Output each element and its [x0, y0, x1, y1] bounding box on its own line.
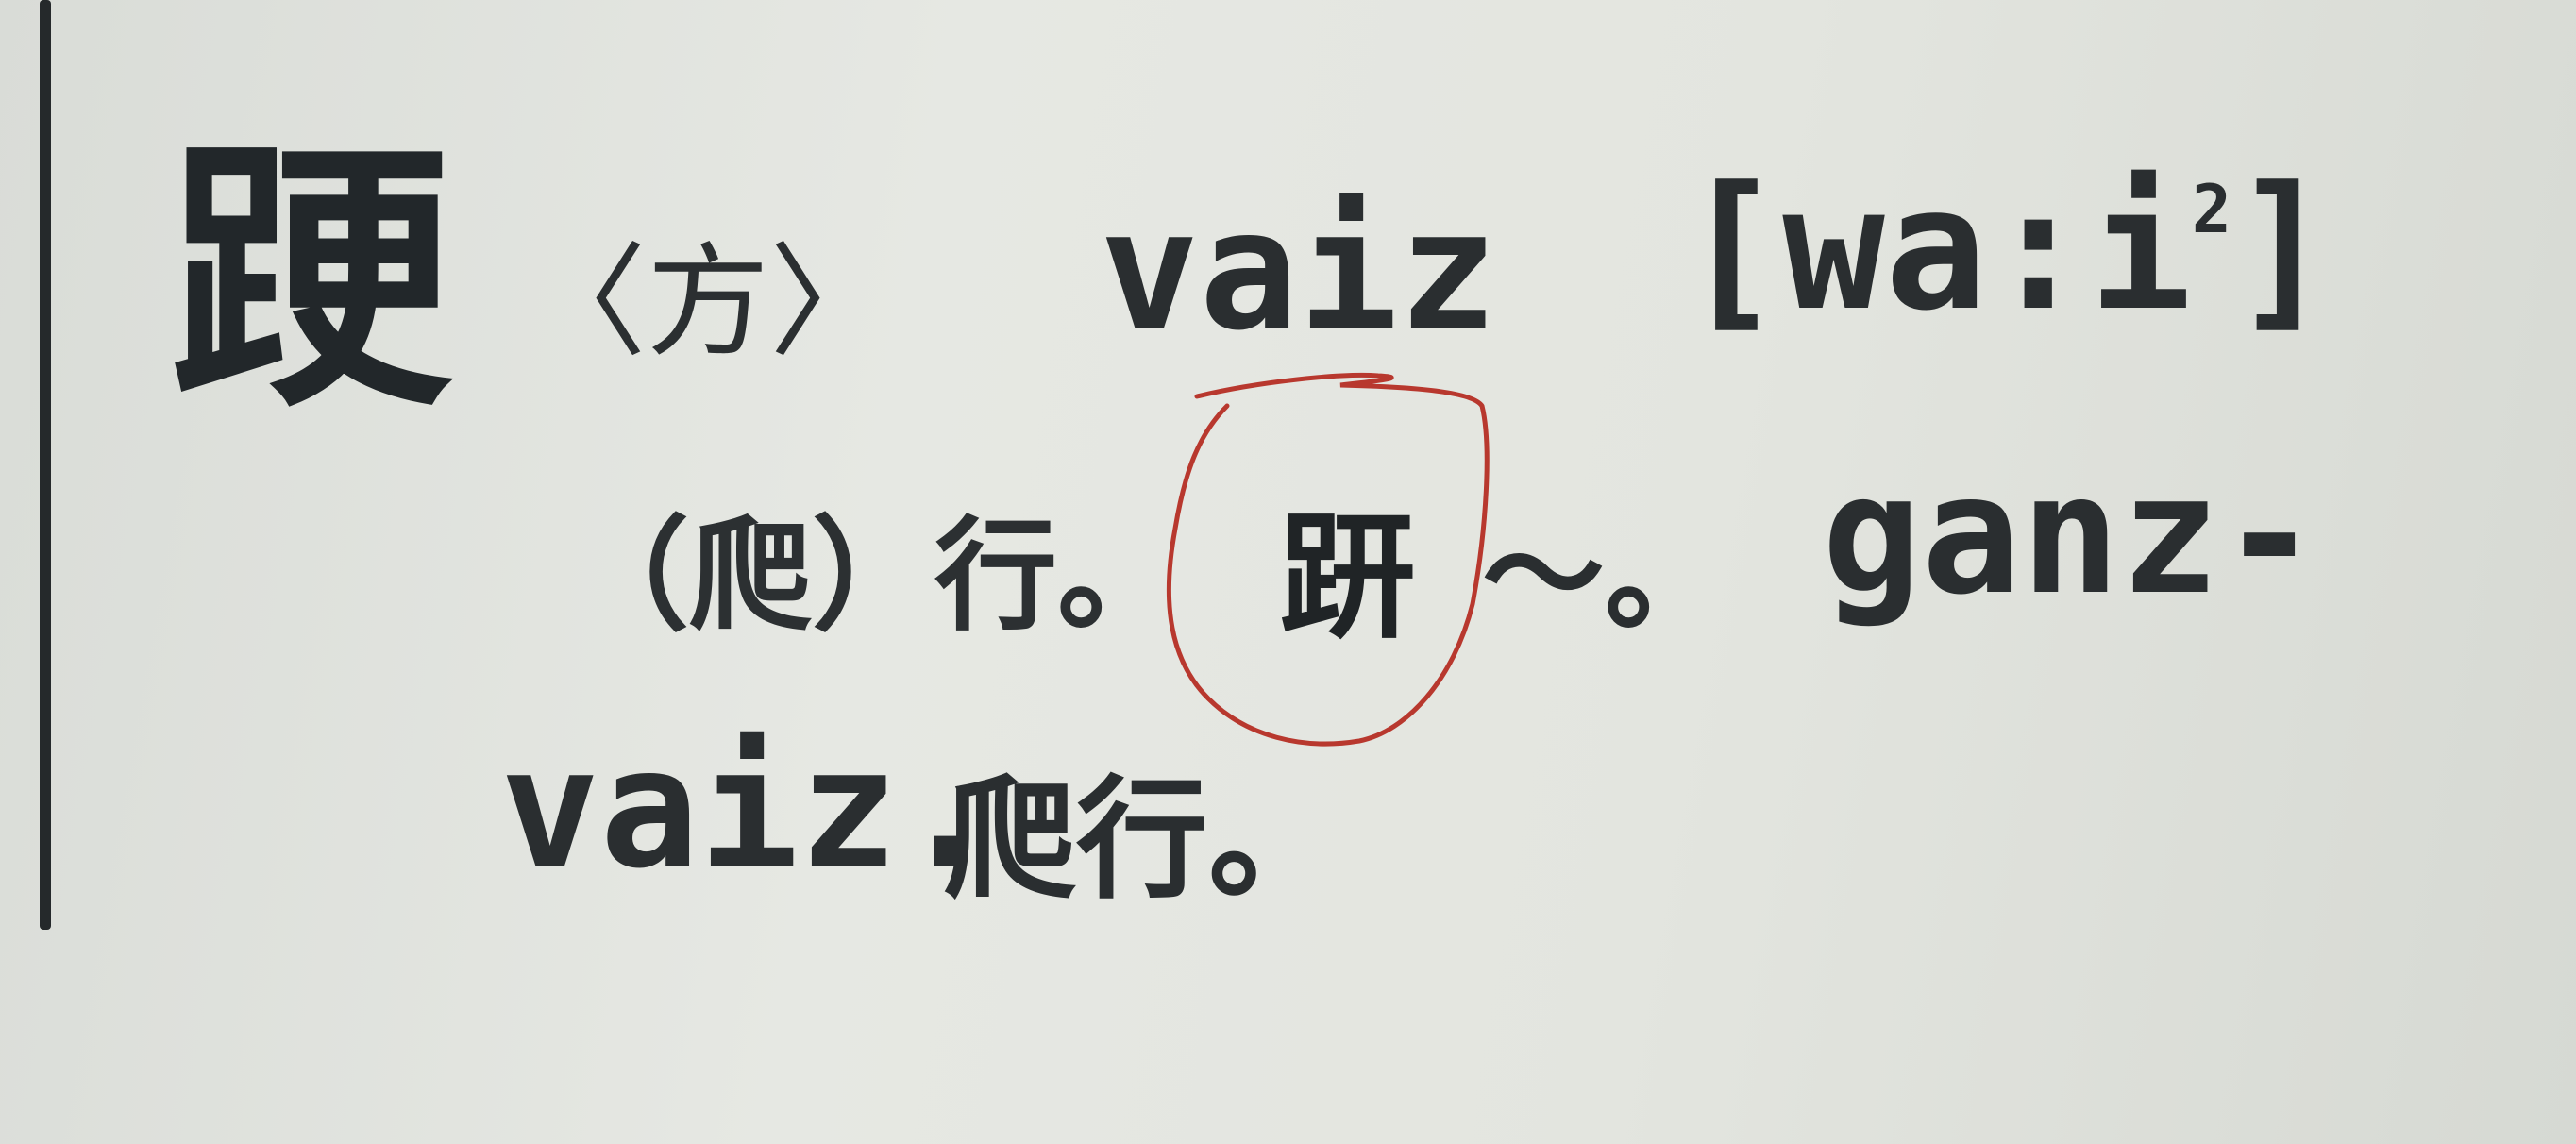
definition: （爬）行。: [566, 503, 1181, 648]
ipa-tone: 2: [2191, 171, 2232, 248]
dictionary-page-photo: 𨁈 〈方〉 vaiz [wa:i2] （爬）行。 趼 ～。 ganz- vaiz…: [0, 0, 2576, 1144]
swung-dash: ～。: [1482, 503, 1728, 648]
margin-rule: [40, 0, 51, 930]
example-latin-end: vaiz.: [500, 714, 998, 905]
romanization: vaiz: [1100, 176, 1498, 367]
ipa-transcription: [wa:i2]: [1680, 165, 2333, 335]
ipa-close: ]: [2231, 151, 2334, 348]
example-gloss: 爬行。: [944, 763, 1341, 917]
variant-character: 趼: [1279, 497, 1416, 658]
headword: 𨁈: [170, 111, 453, 445]
example-latin-start: ganz-: [1822, 440, 2319, 631]
dialect-tag: 〈方〉: [524, 230, 893, 374]
ipa-base: [wa:i: [1680, 151, 2192, 348]
